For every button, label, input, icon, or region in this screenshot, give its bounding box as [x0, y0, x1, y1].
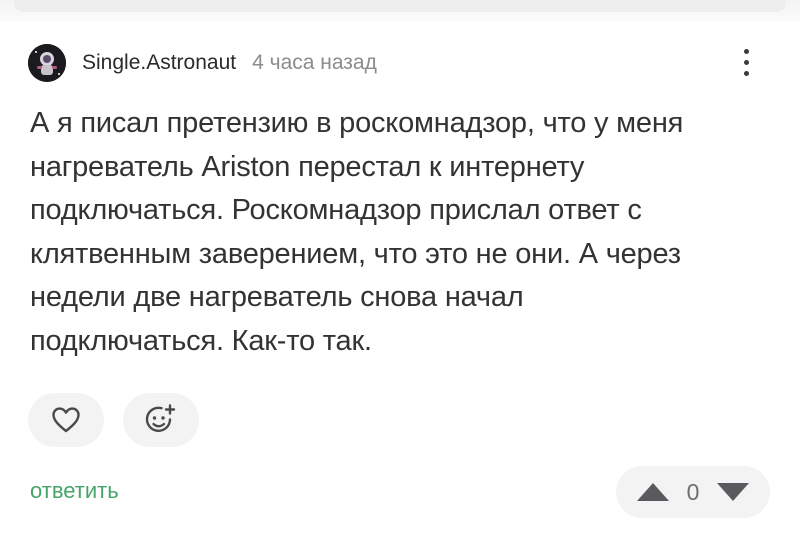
- vote-count: 0: [686, 478, 700, 505]
- comment-line: нагреватель Ariston перестал к интернету: [30, 150, 585, 183]
- comment-line: недели две нагреватель снова начал: [30, 281, 524, 313]
- more-vertical-icon: [734, 49, 758, 76]
- comment-line: подключаться. Как-то так.: [30, 324, 372, 357]
- more-options-button[interactable]: [734, 46, 758, 82]
- triangle-down-icon[interactable]: [714, 481, 752, 503]
- vote-widget: 0: [616, 466, 770, 518]
- heart-icon: [52, 407, 80, 433]
- previous-comment-strip: [0, 0, 800, 22]
- comment-line: подключаться. Роскомнадзор прислал ответ…: [30, 194, 642, 226]
- comment-body: А я писал претензию в роскомнадзор, что …: [30, 102, 790, 363]
- like-button[interactable]: [28, 393, 104, 447]
- comment-header: Single.Astronaut 4 часа назад: [28, 44, 377, 82]
- avatar[interactable]: [28, 44, 66, 82]
- add-reaction-button[interactable]: [123, 393, 199, 447]
- reply-link[interactable]: ответить: [30, 478, 119, 504]
- comment-time: 4 часа назад: [252, 51, 377, 74]
- triangle-up-icon[interactable]: [634, 481, 672, 503]
- author-name[interactable]: Single.Astronaut: [82, 51, 236, 75]
- comment-line: А я писал претензию в роскомнадзор, что …: [30, 107, 684, 139]
- comment-line: клятвенным заверением, что это не они. А…: [30, 237, 681, 270]
- astronaut-avatar-icon: [28, 44, 66, 82]
- strip-pill: [14, 0, 786, 12]
- add-emoji-icon: [145, 404, 176, 432]
